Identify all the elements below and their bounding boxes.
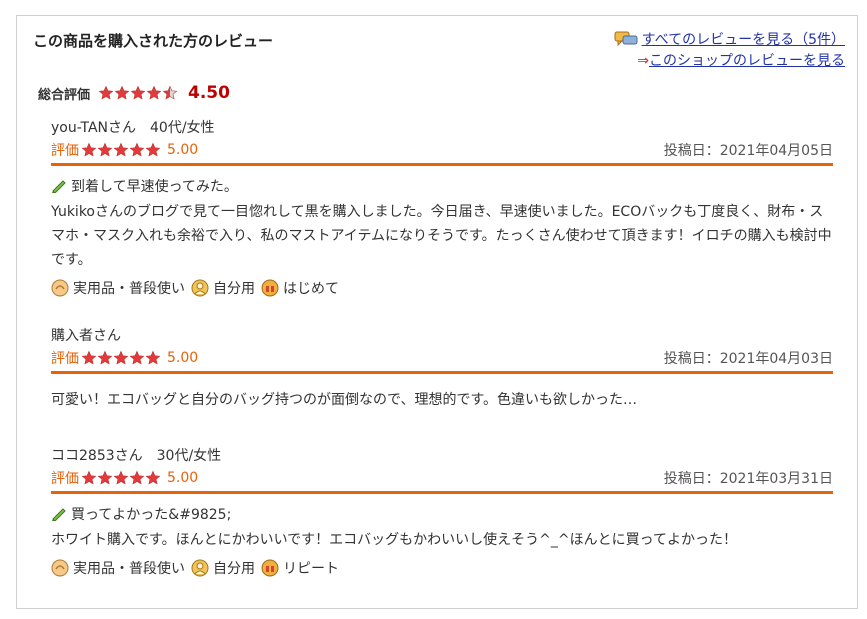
star-icon	[98, 85, 114, 100]
tag-self: 自分用	[191, 278, 255, 298]
rating-row: 評価 5.00 投稿日：2021年03月31日	[51, 467, 833, 494]
tag-label: 実用品・普段使い	[73, 281, 185, 297]
review-stars	[81, 350, 161, 366]
reviewer-name: ココ2853さん 30代/女性	[51, 448, 222, 464]
arrow-icon: ⇒	[637, 53, 649, 69]
star-icon	[113, 470, 129, 485]
pencil-icon	[52, 508, 66, 521]
star-icon	[129, 470, 145, 485]
all-reviews-link[interactable]: すべてのレビューを見る（5件）	[642, 32, 845, 48]
review-title: 到着して早速使ってみた。	[51, 176, 833, 196]
review-title: 買ってよかった&#9825;	[51, 504, 833, 524]
tag-label: はじめて	[283, 281, 339, 297]
tag-usage: 実用品・普段使い	[51, 558, 185, 578]
rating-row: 評価 5.00 投稿日：2021年04月05日	[51, 139, 833, 166]
rating-label: 評価	[51, 351, 79, 367]
review-title-text: 到着して早速使ってみた。	[71, 179, 238, 195]
person-icon	[191, 559, 209, 577]
section-title: この商品を購入された方のレビュー	[33, 32, 274, 50]
star-icon	[130, 85, 146, 100]
review-score: 5.00	[167, 350, 199, 366]
overall-label: 総合評価	[38, 87, 91, 103]
rating-row: 評価 5.00 投稿日：2021年04月03日	[51, 347, 833, 374]
post-date: 投稿日：2021年03月31日	[663, 471, 833, 487]
review-item: you-TANさん 40代/女性 評価 5.00 投稿日：2021年04月05日…	[51, 117, 833, 298]
star-icon	[113, 350, 129, 365]
star-icon	[145, 142, 161, 157]
post-date: 投稿日：2021年04月03日	[663, 351, 833, 367]
tag-usage: 実用品・普段使い	[51, 278, 185, 298]
star-icon	[97, 142, 113, 157]
star-icon	[146, 85, 162, 100]
tag-label: 自分用	[213, 281, 255, 297]
star-icon	[81, 470, 97, 485]
tag-label: 自分用	[213, 561, 255, 577]
pencil-icon	[52, 180, 66, 193]
star-icon	[97, 470, 113, 485]
tag-label: 実用品・普段使い	[73, 561, 185, 577]
star-icon	[81, 350, 97, 365]
hand-icon	[51, 279, 69, 297]
star-icon	[81, 142, 97, 157]
star-icon	[114, 85, 130, 100]
header-links: すべてのレビューを見る（5件） ⇒このショップのレビューを見る	[614, 30, 845, 72]
review-title-text: 買ってよかった&#9825;	[71, 507, 232, 523]
review-item: ココ2853さん 30代/女性 評価 5.00 投稿日：2021年03月31日 …	[51, 445, 833, 578]
review-score: 5.00	[167, 470, 199, 486]
star-icon	[97, 350, 113, 365]
person-icon	[191, 279, 209, 297]
star-icon	[162, 85, 178, 100]
review-score: 5.00	[167, 142, 199, 158]
overall-rating: 総合評価 4.50	[38, 83, 230, 103]
rating-label: 評価	[51, 471, 79, 487]
star-icon	[113, 142, 129, 157]
tag-purchase: はじめて	[261, 278, 339, 298]
overall-stars	[98, 85, 178, 101]
star-icon	[129, 350, 145, 365]
review-stars	[81, 470, 161, 486]
review-stars	[81, 142, 161, 158]
star-icon	[129, 142, 145, 157]
star-icon	[145, 470, 161, 485]
review-tags: 実用品・普段使い 自分用 リピート	[51, 558, 833, 578]
review-item: 購入者さん 評価 5.00 投稿日：2021年04月03日 可愛い！エコバッグと…	[51, 325, 833, 412]
rating-label: 評価	[51, 143, 79, 159]
review-body: Yukikoさんのブログで見て一目惚れして黒を購入しました。今日届き、早速使いま…	[51, 204, 832, 268]
reviewer-name: 購入者さん	[51, 328, 121, 344]
tag-purchase: リピート	[261, 558, 339, 578]
overall-score: 4.50	[188, 83, 230, 103]
post-date: 投稿日：2021年04月05日	[663, 143, 833, 159]
shop-reviews-link[interactable]: このショップのレビューを見る	[649, 53, 845, 69]
review-body: 可愛い！エコバッグと自分のバッグ持つのが面倒なので、理想的です。色違いも欲しかっ…	[51, 392, 638, 408]
reviewer-name: you-TANさん 40代/女性	[51, 120, 215, 136]
gift-icon	[261, 559, 279, 577]
tag-self: 自分用	[191, 558, 255, 578]
hand-icon	[51, 559, 69, 577]
tag-label: リピート	[283, 561, 339, 577]
review-body: ホワイト購入です。ほんとにかわいいです！エコバッグもかわいいし使えそう^_^ほん…	[51, 532, 737, 548]
gift-icon	[261, 279, 279, 297]
speech-bubbles-icon	[614, 31, 638, 47]
star-icon	[145, 350, 161, 365]
review-tags: 実用品・普段使い 自分用 はじめて	[51, 278, 833, 298]
